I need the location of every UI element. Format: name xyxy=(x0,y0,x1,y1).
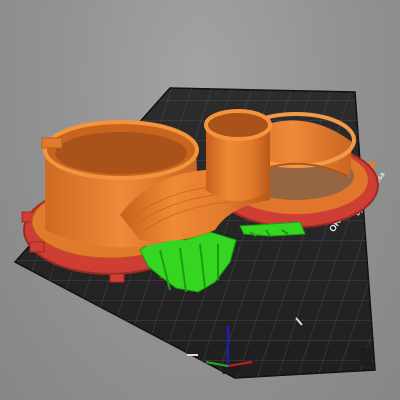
bed-tab xyxy=(360,348,372,366)
3d-viewport[interactable]: ORIGINAL PRUSA by Josef Prusa xyxy=(0,0,400,400)
scene: ORIGINAL PRUSA by Josef Prusa xyxy=(13,87,387,379)
